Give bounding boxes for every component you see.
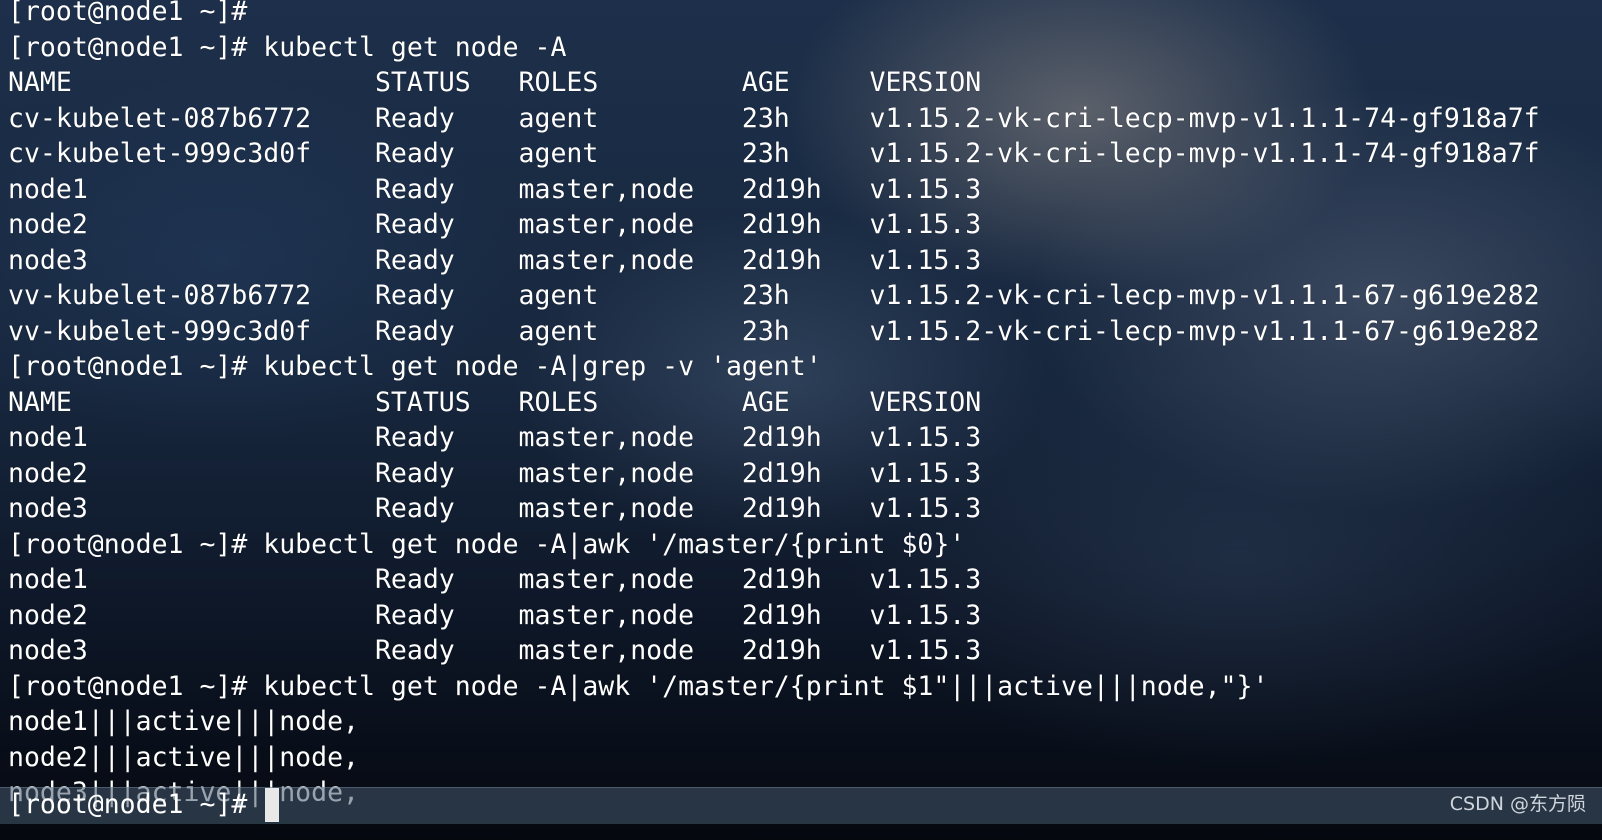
terminal-line: [root@node1 ~]# kubectl get node -A xyxy=(8,31,567,63)
command-input-line[interactable]: [root@node1 ~]# xyxy=(8,787,280,823)
terminal-line: node2 Ready master,node 2d19h v1.15.3 xyxy=(8,209,982,240)
terminal-line: node3 Ready master,node 2d19h v1.15.3 xyxy=(8,244,982,276)
terminal-line: node2|||active|||node, xyxy=(8,741,359,773)
terminal-line: node1 Ready master,node 2d19h v1.15.3 xyxy=(8,422,982,453)
text-cursor xyxy=(265,788,280,822)
terminal-line: [root@node1 ~]# kubectl get node -A|awk … xyxy=(8,670,1269,702)
terminal-line: node3 Ready master,node 2d19h v1.15.3 xyxy=(8,635,982,666)
terminal-line: [root@node1 ~]# kubectl get node -A|grep… xyxy=(8,351,822,382)
terminal-line: vv-kubelet-999c3d0f Ready agent 23h v1.1… xyxy=(8,315,1540,347)
terminal-line: [root@node1 ~]# kubectl get node -A|awk … xyxy=(8,528,966,560)
terminal-line: node2 Ready master,node 2d19h v1.15.3 xyxy=(8,457,982,489)
terminal-line: cv-kubelet-999c3d0f Ready agent 23h v1.1… xyxy=(8,138,1540,169)
terminal-line: node1 Ready master,node 2d19h v1.15.3 xyxy=(8,564,982,595)
terminal-output: [root@node1 ~]# [root@node1 ~]# kubectl g… xyxy=(8,0,1598,811)
watermark: CSDN @东方陨 xyxy=(1449,793,1586,815)
shell-prompt: [root@node1 ~]# xyxy=(8,789,264,820)
terminal-line: cv-kubelet-087b6772 Ready agent 23h v1.1… xyxy=(8,102,1540,134)
terminal-line: [root@node1 ~]# xyxy=(8,0,248,27)
terminal-line: NAME STATUS ROLES AGE VERSION xyxy=(8,67,982,98)
terminal-line: node1|||active|||node, xyxy=(8,706,359,737)
terminal-line: node1 Ready master,node 2d19h v1.15.3 xyxy=(8,173,982,205)
terminal-line: node3 Ready master,node 2d19h v1.15.3 xyxy=(8,493,982,524)
terminal-line: node2 Ready master,node 2d19h v1.15.3 xyxy=(8,599,982,631)
terminal-line: NAME STATUS ROLES AGE VERSION xyxy=(8,386,982,418)
terminal-line: vv-kubelet-087b6772 Ready agent 23h v1.1… xyxy=(8,280,1540,311)
